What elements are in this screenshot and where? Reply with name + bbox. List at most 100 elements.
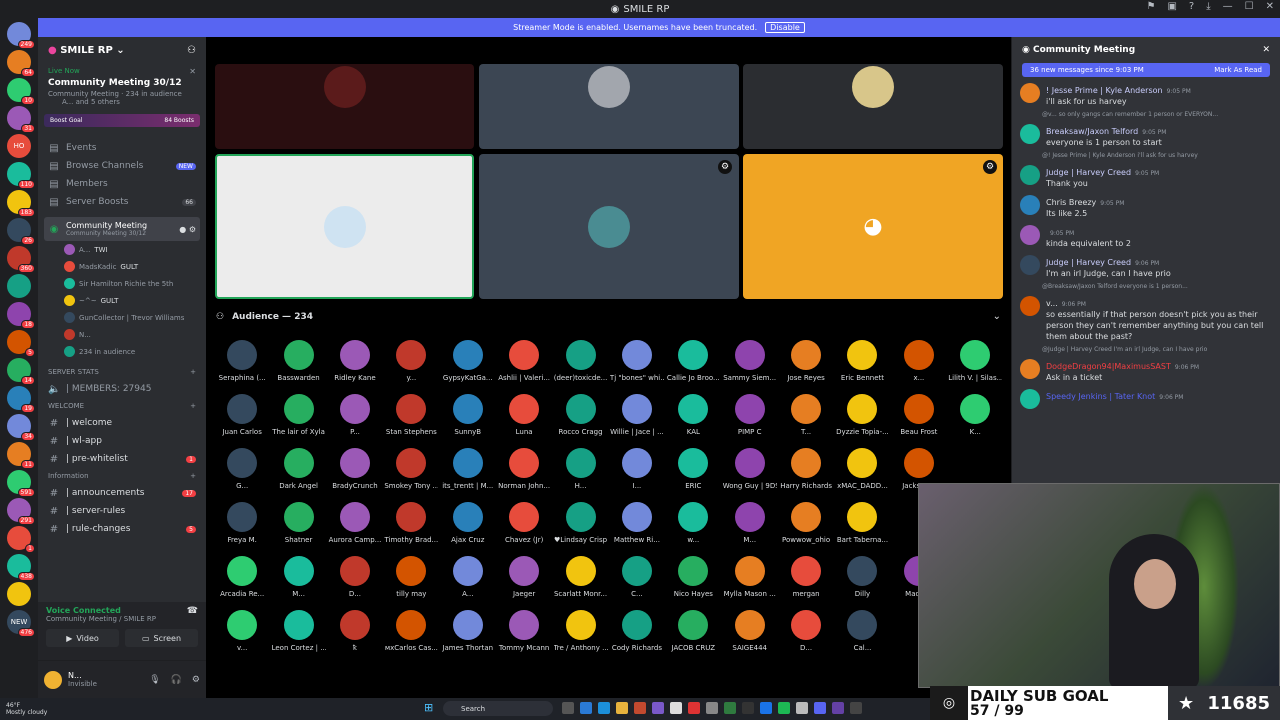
minimize-button[interactable]: — bbox=[1223, 1, 1233, 12]
server-icon[interactable]: 64 bbox=[7, 50, 35, 77]
server-icon[interactable]: 110 bbox=[7, 162, 35, 189]
message-author[interactable]: Speedy Jenkins | Tater Knot bbox=[1046, 392, 1155, 401]
audience-member[interactable]: мxCarlos Cas... bbox=[383, 610, 439, 664]
live-event-card[interactable]: Live Now ✕ Community Meeting 30/12 Commun… bbox=[44, 63, 200, 110]
server-icon[interactable]: 591 bbox=[7, 470, 35, 497]
avatar[interactable] bbox=[1020, 195, 1040, 215]
audience-member[interactable]: Luna bbox=[496, 394, 552, 448]
audience-member[interactable]: Mylla Mason ... bbox=[722, 556, 778, 610]
sidebar-item-browse-channels[interactable]: ▤ Browse Channels NEW bbox=[38, 157, 206, 175]
audience-member[interactable]: Dilly bbox=[834, 556, 890, 610]
audience-member[interactable]: C... bbox=[609, 556, 665, 610]
audience-member[interactable]: Beau Frost bbox=[891, 394, 947, 448]
server-icon[interactable]: 14 bbox=[7, 358, 35, 385]
members-count-channel[interactable]: 🔈 | MEMBERS: 27945 bbox=[38, 380, 206, 398]
audience-member[interactable]: Callie Jo Broo... bbox=[665, 340, 721, 394]
server-icon[interactable]: 34 bbox=[7, 414, 35, 441]
taskbar-app-icon[interactable] bbox=[706, 702, 718, 714]
audience-member[interactable]: Powwow_ohio bbox=[778, 502, 834, 556]
taskbar-app-icon[interactable] bbox=[634, 702, 646, 714]
audience-member[interactable]: Ajax Cruz bbox=[440, 502, 496, 556]
server-icon[interactable]: HO bbox=[7, 134, 31, 158]
close-icon[interactable]: ✕ bbox=[1262, 45, 1270, 55]
audience-member[interactable]: Aurora Camp... bbox=[327, 502, 383, 556]
server-icon[interactable]: 19 bbox=[7, 386, 35, 413]
audience-member[interactable]: ꝁ bbox=[327, 610, 383, 664]
avatar[interactable] bbox=[1020, 389, 1040, 409]
audience-member[interactable]: Nico Hayes bbox=[665, 556, 721, 610]
server-icon[interactable]: 291 bbox=[7, 498, 35, 525]
audience-member[interactable]: Basswarden bbox=[270, 340, 326, 394]
audience-member[interactable]: T... bbox=[778, 394, 834, 448]
category-server-stats[interactable]: SERVER STATS + bbox=[38, 364, 206, 380]
audience-member[interactable]: Bart Taberna... bbox=[834, 502, 890, 556]
audience-member[interactable]: Lilith V. | Silas... bbox=[947, 340, 1003, 394]
audience-member[interactable]: I... bbox=[609, 448, 665, 502]
disconnect-icon[interactable]: ☎ bbox=[187, 606, 198, 623]
audience-member[interactable]: Ashlii | Valeri... bbox=[496, 340, 552, 394]
reply-preview[interactable]: @! Jesse Prime | Kyle Anderson i'll ask … bbox=[1012, 152, 1280, 159]
audience-member[interactable]: Leon Cortez | ... bbox=[270, 610, 326, 664]
audience-member[interactable]: M... bbox=[270, 556, 326, 610]
message-author[interactable]: v... bbox=[1046, 299, 1058, 308]
add-channel-icon[interactable]: + bbox=[190, 402, 196, 410]
deafen-icon[interactable]: 🎧 bbox=[171, 675, 182, 685]
voice-user[interactable]: GunCollector | Trevor Williams bbox=[38, 309, 206, 326]
server-icon[interactable]: 249 bbox=[7, 22, 35, 49]
audience-member[interactable]: Scarlatt Monr... bbox=[552, 556, 608, 610]
audience-member[interactable]: mergan bbox=[778, 556, 834, 610]
mark-as-read-button[interactable]: Mark As Read bbox=[1214, 66, 1262, 74]
server-icon[interactable] bbox=[7, 274, 31, 298]
server-icon[interactable]: 18 bbox=[7, 302, 35, 329]
server-icon[interactable]: 360 bbox=[7, 246, 35, 273]
audience-member[interactable]: Ridley Kane bbox=[327, 340, 383, 394]
add-channel-icon[interactable]: + bbox=[190, 368, 196, 376]
audience-member[interactable]: w... bbox=[665, 502, 721, 556]
audience-member[interactable]: A... bbox=[440, 556, 496, 610]
voice-user[interactable]: N... bbox=[38, 326, 206, 343]
audience-member[interactable]: Eric Bennett bbox=[834, 340, 890, 394]
audience-member[interactable]: Tj "bones" whi... bbox=[609, 340, 665, 394]
gear-icon[interactable]: ⚙ bbox=[983, 160, 997, 174]
taskbar-app-icon[interactable] bbox=[814, 702, 826, 714]
audience-member[interactable]: M... bbox=[722, 502, 778, 556]
audience-member[interactable]: Cody Richards bbox=[609, 610, 665, 664]
avatar[interactable] bbox=[1020, 124, 1040, 144]
video-button[interactable]: ▶ Video bbox=[46, 629, 119, 647]
avatar[interactable] bbox=[44, 670, 62, 689]
server-icon[interactable]: 438 bbox=[7, 554, 35, 581]
audience-member[interactable]: D... bbox=[778, 610, 834, 664]
server-icon[interactable]: 31 bbox=[7, 106, 35, 133]
audience-member[interactable]: v... bbox=[214, 610, 270, 664]
server-icon[interactable]: 183 bbox=[7, 190, 35, 217]
chevron-down-icon[interactable]: ⌄ bbox=[993, 311, 1001, 322]
audience-member[interactable]: Arcadia Re... bbox=[214, 556, 270, 610]
sidebar-item-members[interactable]: ▤ Members bbox=[38, 175, 206, 193]
audience-member[interactable]: SunnyB bbox=[440, 394, 496, 448]
stage-channel-community-meeting[interactable]: ◉ Community Meeting Community Meeting 30/… bbox=[44, 217, 200, 241]
stage-tile[interactable]: ◕ ⚙ bbox=[743, 154, 1003, 299]
add-channel-icon[interactable]: + bbox=[190, 472, 196, 480]
server-icon[interactable]: NEW 476 bbox=[7, 610, 35, 637]
taskbar-app-icon[interactable] bbox=[562, 702, 574, 714]
stage-tile[interactable] bbox=[215, 154, 474, 299]
audience-member[interactable]: James Thortan bbox=[440, 610, 496, 664]
channel-item[interactable]: # | welcome bbox=[38, 414, 206, 432]
voice-user[interactable]: ~^~ GULT bbox=[38, 292, 206, 309]
server-icon[interactable]: 10 bbox=[7, 78, 35, 105]
audience-member[interactable]: y... bbox=[383, 340, 439, 394]
audience-member[interactable]: ♥Lindsay Crisp bbox=[552, 502, 608, 556]
server-icon[interactable] bbox=[7, 582, 31, 606]
taskbar-search[interactable]: Search bbox=[443, 701, 553, 716]
audience-member[interactable]: G... bbox=[214, 448, 270, 502]
taskbar-app-icon[interactable] bbox=[724, 702, 736, 714]
audience-member[interactable]: Rocco Cragg bbox=[552, 394, 608, 448]
audience-member[interactable]: Stan Stephens bbox=[383, 394, 439, 448]
server-icon[interactable]: 11 bbox=[7, 442, 35, 469]
invite-icon[interactable]: ⚇ bbox=[187, 45, 196, 56]
audience-member[interactable]: JACOB CRUZ bbox=[665, 610, 721, 664]
voice-user[interactable]: Sir Hamilton Richie the 5th bbox=[38, 275, 206, 292]
audience-member[interactable]: Matthew Ri... bbox=[609, 502, 665, 556]
audience-member[interactable]: Tre / Anthony ... bbox=[552, 610, 608, 664]
avatar[interactable] bbox=[1020, 225, 1040, 245]
